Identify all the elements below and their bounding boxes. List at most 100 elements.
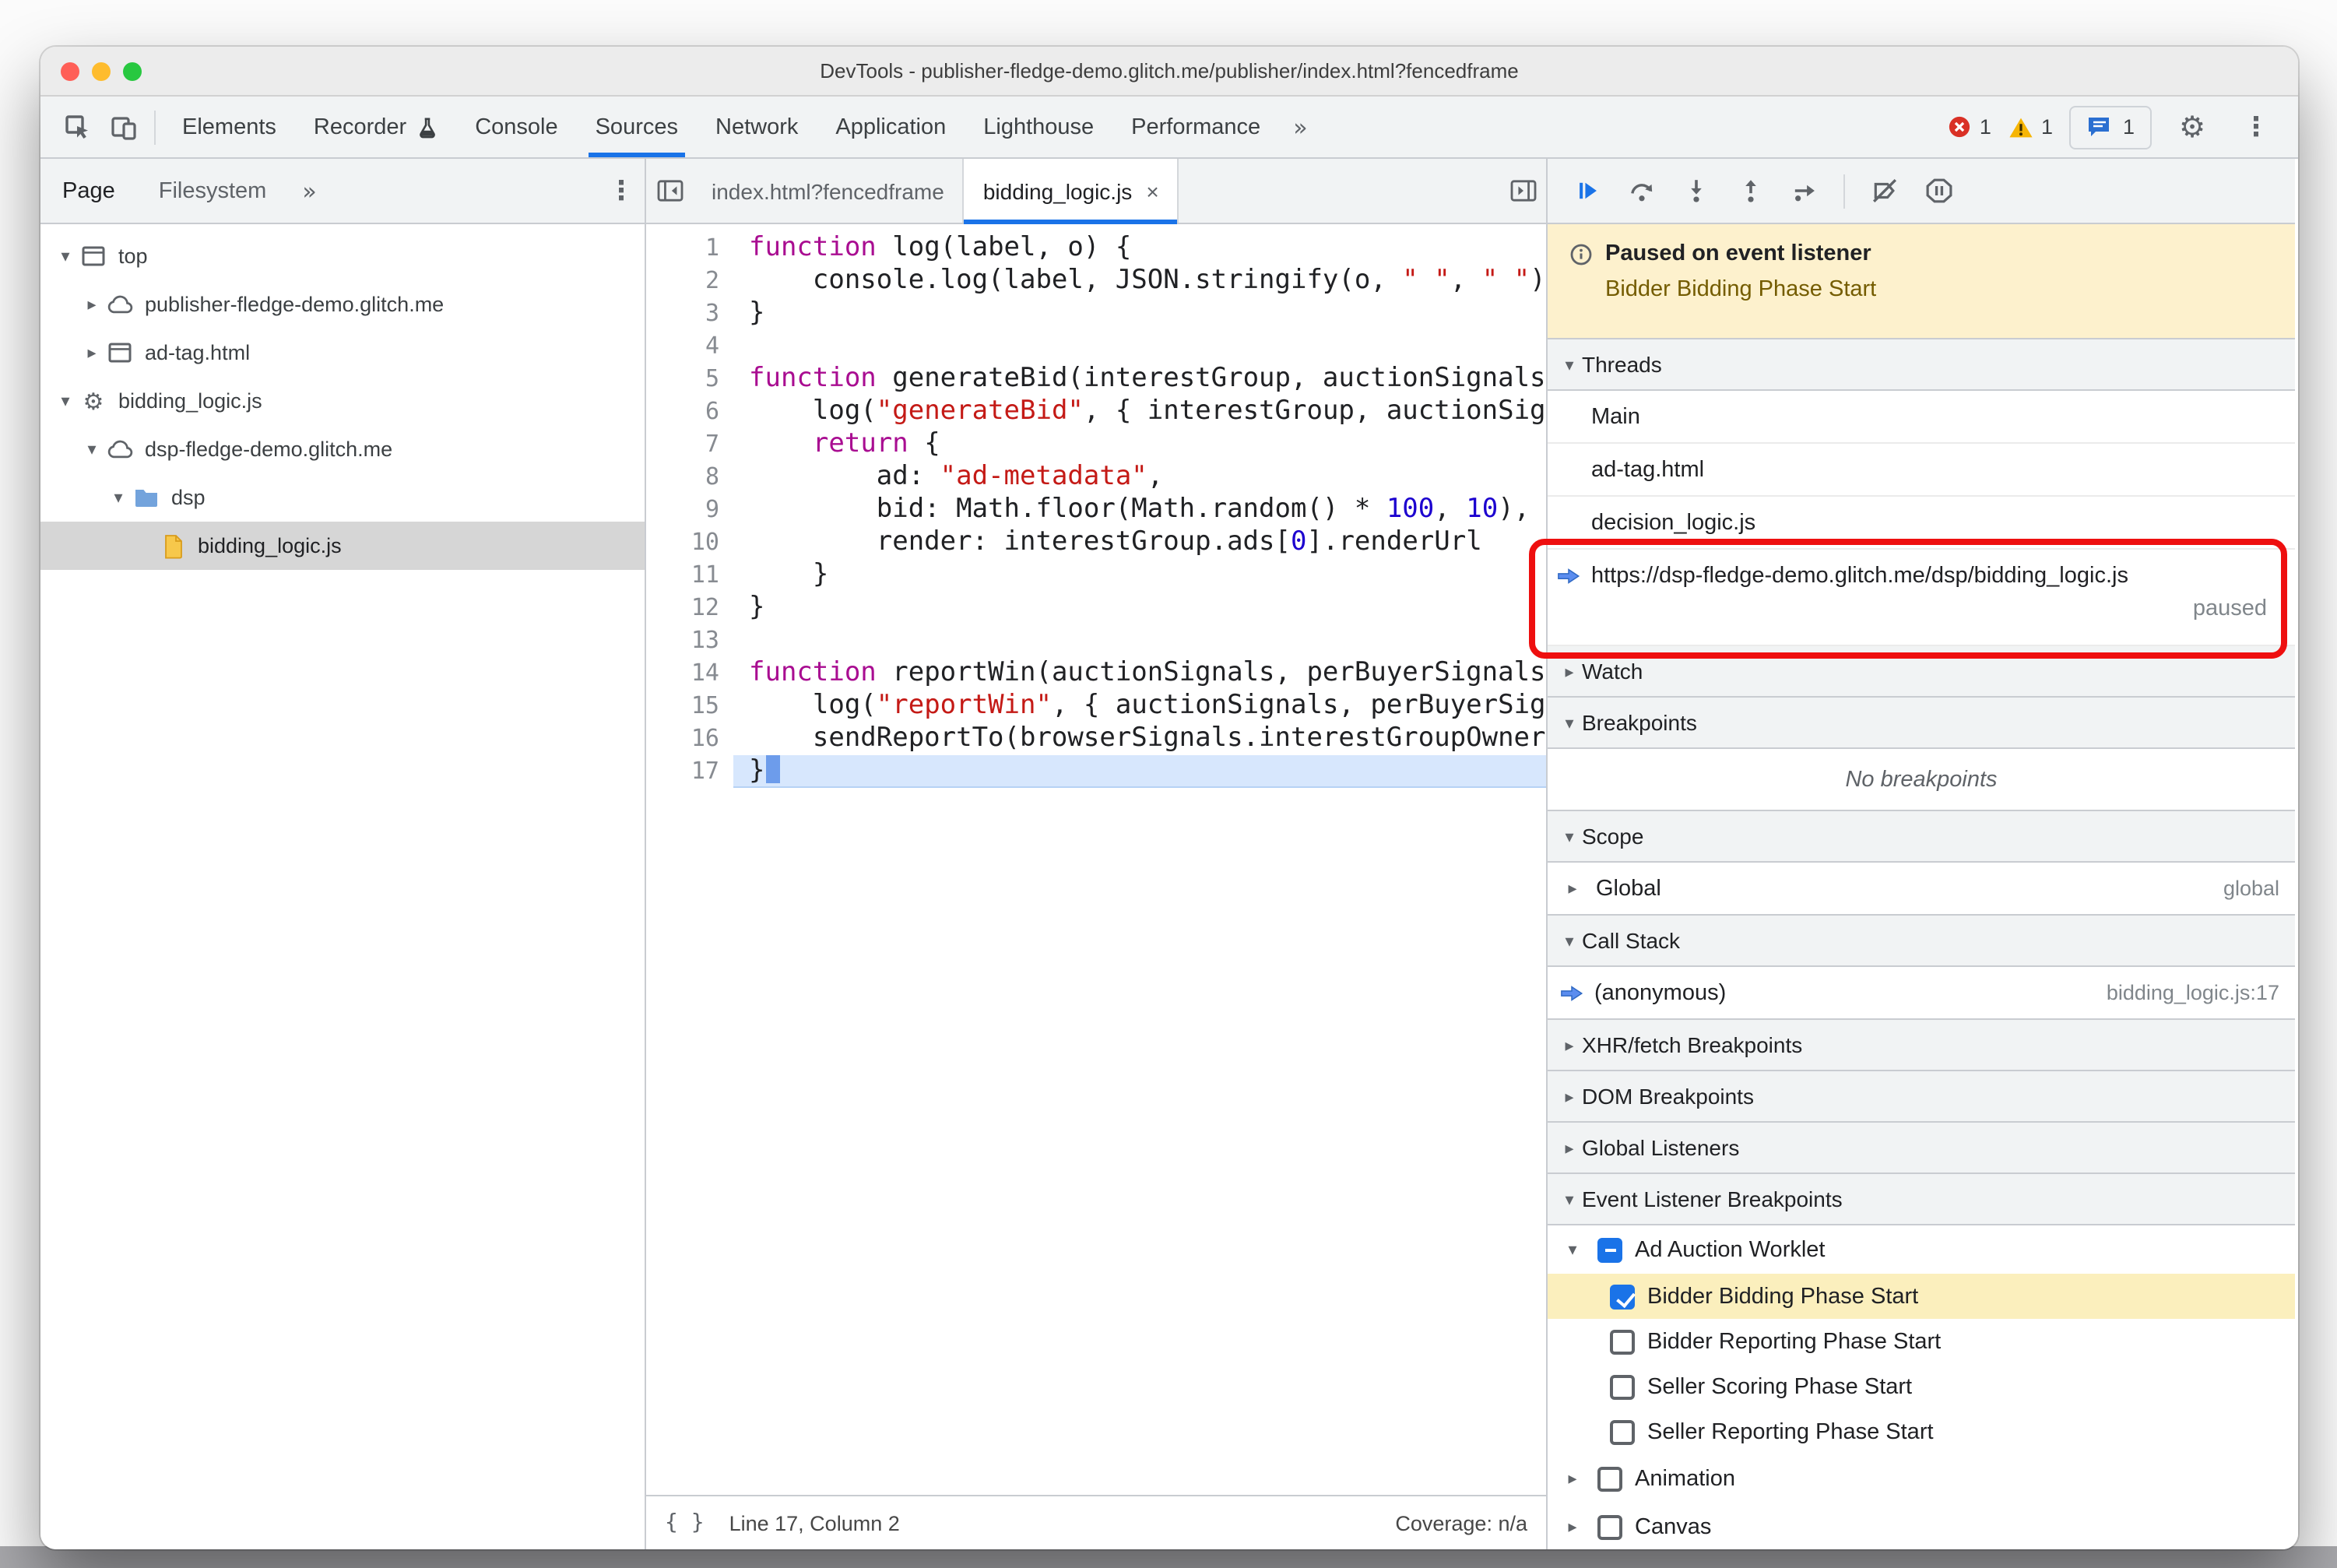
line-number-16[interactable]: 16 [646,722,733,755]
tree-item-bidding-logic-js[interactable]: bidding_logic.js [40,522,645,570]
toggle-debugger-panel-icon[interactable] [1499,167,1546,214]
line-number-14[interactable]: 14 [646,657,733,690]
line-number-6[interactable]: 6 [646,396,733,428]
step-button[interactable] [1781,167,1828,214]
code-line-8[interactable]: ad: "ad-metadata", [749,461,1546,494]
more-options-kebab-icon[interactable]: ⋮ [2233,104,2279,150]
editor-tab-bidding-logic[interactable]: bidding_logic.js × [964,159,1179,224]
section-header-breakpoints[interactable]: ▾ Breakpoints [1548,696,2295,749]
line-number-7[interactable]: 7 [646,428,733,461]
code-line-2[interactable]: console.log(label, JSON.stringify(o, " "… [749,265,1546,297]
panel-tab-elements[interactable]: Elements [163,97,295,157]
step-out-button[interactable] [1727,167,1773,214]
elb-item-seller-scoring-phase-start[interactable]: Seller Scoring Phase Start [1548,1364,2295,1409]
section-header-dom-breakpoints[interactable]: ▸ DOM Breakpoints [1548,1070,2295,1123]
code-line-9[interactable]: bid: Math.floor(Math.random() * 100, 10)… [749,494,1546,526]
warning-badge[interactable]: 1 [2008,115,2053,139]
section-header-xhr-breakpoints[interactable]: ▸ XHR/fetch Breakpoints [1548,1018,2295,1071]
code-line-7[interactable]: return { [749,428,1546,461]
more-navigator-tabs-button[interactable]: » [288,177,330,205]
line-number-9[interactable]: 9 [646,494,733,526]
line-number-4[interactable]: 4 [646,330,733,363]
tree-item-top[interactable]: ▾ top [40,232,645,280]
step-into-button[interactable] [1672,167,1719,214]
code-content[interactable]: function log(label, o) { console.log(lab… [733,232,1546,1495]
checkbox-unchecked[interactable] [1597,1514,1622,1539]
call-stack-frame[interactable]: (anonymous) bidding_logic.js:17 [1548,967,2295,1020]
section-header-call-stack[interactable]: ▾ Call Stack [1548,914,2295,967]
checkbox-indeterminate[interactable] [1597,1237,1622,1262]
zoom-button[interactable] [123,62,142,80]
panel-tab-console[interactable]: Console [456,97,576,157]
checkbox-unchecked[interactable] [1597,1466,1622,1491]
section-header-scope[interactable]: ▾ Scope [1548,810,2295,863]
caret-expanded-icon[interactable]: ▾ [106,487,131,508]
section-header-threads[interactable]: ▾ Threads [1548,338,2295,391]
elb-item-seller-reporting-phase-start[interactable]: Seller Reporting Phase Start [1548,1409,2295,1454]
tree-item-dsp-fledge-demo-glitch-me[interactable]: ▾ dsp-fledge-demo.glitch.me [40,425,645,473]
panel-tab-recorder[interactable]: Recorder [295,97,456,157]
caret-expanded-icon[interactable]: ▾ [1560,1239,1585,1260]
code-editor[interactable]: 1 2 3 4 5 6 7 8 9 10 11 12 13 14 15 16 17 function log(l… [646,224,1546,1495]
line-number-5[interactable]: 5 [646,363,733,396]
elb-group-animation[interactable]: ▸ Animation [1548,1454,2295,1503]
caret-expanded-icon[interactable]: ▾ [53,246,78,266]
issues-button[interactable]: 1 [2069,105,2152,149]
caret-collapsed-icon[interactable]: ▸ [1560,1468,1585,1489]
code-line-6[interactable]: log("generateBid", { interestGroup, auct… [749,396,1546,428]
line-number-3[interactable]: 3 [646,297,733,330]
pretty-print-button[interactable]: { } [665,1510,705,1535]
thread-item-decision-logic-js[interactable]: decision_logic.js [1548,497,2295,550]
code-line-10[interactable]: render: interestGroup.ads[0].renderUrl [749,526,1546,559]
code-line-16[interactable]: sendReportTo(browserSignals.interestGrou… [749,722,1546,755]
inspect-element-icon[interactable] [53,104,100,150]
caret-collapsed-icon[interactable]: ▸ [79,343,104,363]
line-number-11[interactable]: 11 [646,559,733,592]
elb-item-bidder-reporting-phase-start[interactable]: Bidder Reporting Phase Start [1548,1319,2295,1364]
line-number-12[interactable]: 12 [646,592,733,624]
code-line-15[interactable]: log("reportWin", { auctionSignals, perBu… [749,690,1546,722]
thread-item-ad-tag-html[interactable]: ad-tag.html [1548,444,2295,497]
settings-gear-icon[interactable]: ⚙ [2169,104,2216,150]
line-number-15[interactable]: 15 [646,690,733,722]
line-number-1[interactable]: 1 [646,232,733,265]
line-number-2[interactable]: 2 [646,265,733,297]
code-line-3[interactable]: } [749,297,1546,330]
error-badge[interactable]: 1 [1949,115,1991,139]
navigator-tab-page[interactable]: Page [40,159,137,223]
section-header-watch[interactable]: ▸ Watch [1548,645,2295,698]
line-number-gutter[interactable]: 1 2 3 4 5 6 7 8 9 10 11 12 13 14 15 16 17 [646,232,733,1495]
checkbox-unchecked[interactable] [1610,1419,1635,1444]
checkbox-checked[interactable] [1610,1284,1635,1309]
navigator-tab-filesystem[interactable]: Filesystem [137,159,289,223]
code-line-13[interactable] [749,624,1546,657]
tree-item-ad-tag-html[interactable]: ▸ ad-tag.html [40,329,645,377]
more-panels-button[interactable]: » [1279,113,1321,141]
line-number-10[interactable]: 10 [646,526,733,559]
resume-script-button[interactable] [1563,167,1610,214]
toggle-navigator-icon[interactable] [646,167,693,214]
caret-collapsed-icon[interactable]: ▸ [1560,878,1585,898]
panel-tab-lighthouse[interactable]: Lighthouse [965,97,1112,157]
line-number-8[interactable]: 8 [646,461,733,494]
device-toolbar-icon[interactable] [100,104,146,150]
titlebar[interactable]: DevTools - publisher-fledge-demo.glitch.… [40,47,2298,97]
minimize-button[interactable] [92,62,111,80]
code-line-17[interactable]: } [733,755,1546,788]
close-button[interactable] [61,62,79,80]
tree-item-bidding-logic-js[interactable]: ▾ ⚙ bidding_logic.js [40,377,645,425]
code-line-1[interactable]: function log(label, o) { [749,232,1546,265]
elb-item-bidder-bidding-phase-start[interactable]: Bidder Bidding Phase Start [1548,1274,2295,1319]
scope-global-row[interactable]: ▸ Global global [1548,863,2295,916]
thread-item-main[interactable]: Main [1548,391,2295,444]
deactivate-breakpoints-button[interactable] [1861,167,1907,214]
tree-item-publisher-fledge-demo-glitch-me[interactable]: ▸ publisher-fledge-demo.glitch.me [40,280,645,329]
elb-group-canvas[interactable]: ▸ Canvas [1548,1503,2295,1549]
caret-expanded-icon[interactable]: ▾ [79,439,104,459]
code-line-4[interactable] [749,330,1546,363]
code-line-11[interactable]: } [749,559,1546,592]
thread-item-paused[interactable]: https://dsp-fledge-demo.glitch.me/dsp/bi… [1529,539,2295,659]
code-line-5[interactable]: function generateBid(interestGroup, auct… [749,363,1546,396]
navigator-kebab-icon[interactable]: ⋮ [598,167,645,214]
panel-tab-performance[interactable]: Performance [1112,97,1279,157]
